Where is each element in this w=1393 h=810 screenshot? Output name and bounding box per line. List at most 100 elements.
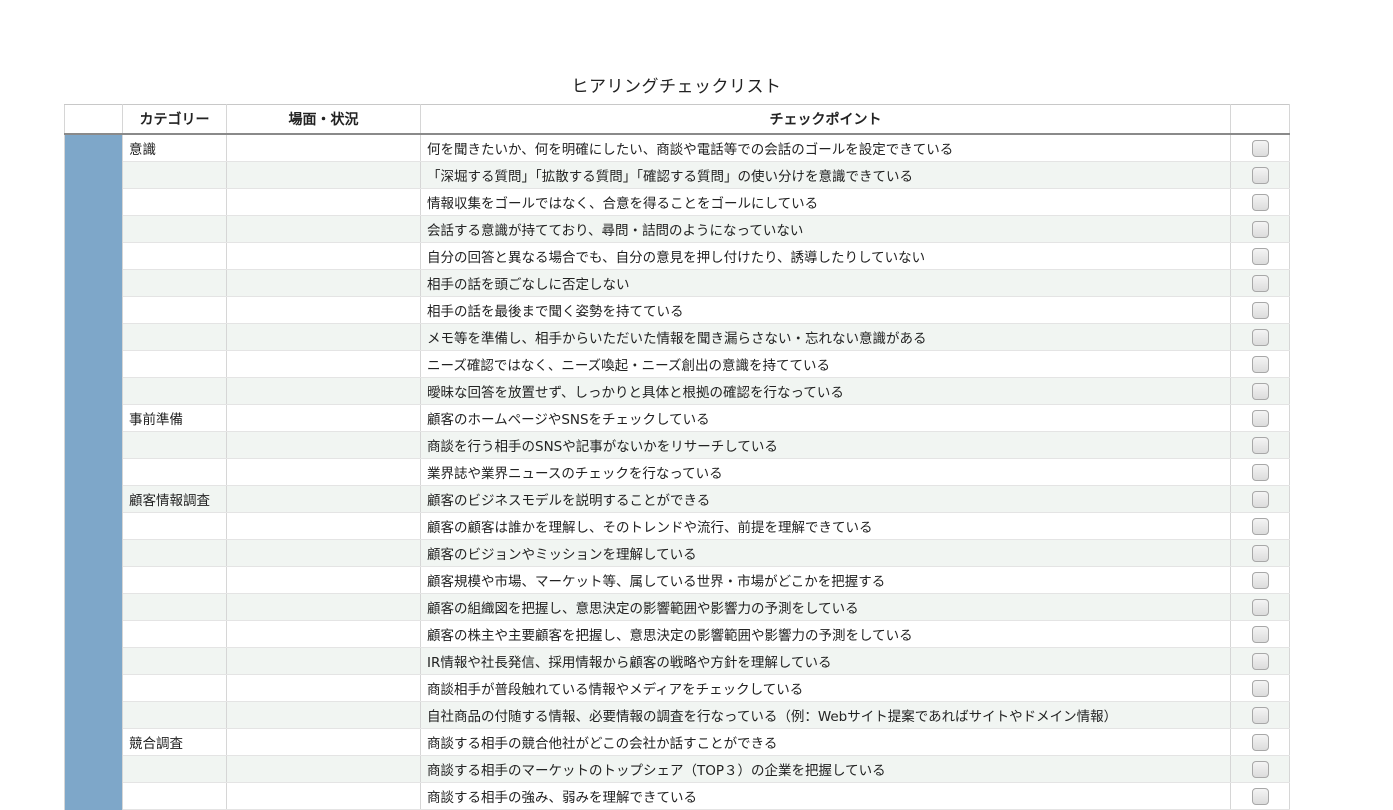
row-checkbox[interactable] (1251, 544, 1269, 562)
cell-checkpoint[interactable]: 顧客の顧客は誰かを理解し、そのトレンドや流行、前提を理解できている (420, 512, 1231, 540)
row-checkbox[interactable] (1251, 409, 1269, 427)
cell-scene[interactable] (226, 350, 421, 378)
cell-checkpoint[interactable]: 情報収集をゴールではなく、合意を得ることをゴールにしている (420, 188, 1231, 216)
cell-checkpoint[interactable]: ニーズ確認ではなく、ニーズ喚起・ニーズ創出の意識を持てている (420, 350, 1231, 378)
cell-scene[interactable] (226, 539, 421, 567)
cell-scene[interactable] (226, 674, 421, 702)
row-checkbox[interactable] (1251, 436, 1269, 454)
cell-category[interactable]: 顧客情報調査 (122, 485, 227, 513)
cell-category[interactable] (122, 377, 227, 405)
cell-checkpoint[interactable]: 顧客規模や市場、マーケット等、属している世界・市場がどこかを把握する (420, 566, 1231, 594)
cell-checkpoint[interactable]: 商談を行う相手のSNSや記事がないかをリサーチしている (420, 431, 1231, 459)
row-checkbox[interactable] (1251, 679, 1269, 697)
cell-checkpoint[interactable]: 商談相手が普段触れている情報やメディアをチェックしている (420, 674, 1231, 702)
cell-category[interactable] (122, 593, 227, 621)
cell-checkpoint[interactable]: 顧客のビジネスモデルを説明することができる (420, 485, 1231, 513)
cell-checkpoint[interactable]: 自社商品の付随する情報、必要情報の調査を行なっている（例：Webサイト提案であれ… (420, 701, 1231, 729)
cell-category[interactable] (122, 674, 227, 702)
cell-category[interactable] (122, 161, 227, 189)
cell-scene[interactable] (226, 620, 421, 648)
cell-checkpoint[interactable]: 顧客の株主や主要顧客を把握し、意思決定の影響範囲や影響力の予測をしている (420, 620, 1231, 648)
cell-scene[interactable] (226, 377, 421, 405)
cell-checkpoint[interactable]: 「深堀する質問」「拡散する質問」「確認する質問」の使い分けを意識できている (420, 161, 1231, 189)
row-checkbox[interactable] (1251, 382, 1269, 400)
cell-checkpoint[interactable]: IR情報や社長発信、採用情報から顧客の戦略や方針を理解している (420, 647, 1231, 675)
row-checkbox[interactable] (1251, 355, 1269, 373)
cell-category[interactable]: 事前準備 (122, 404, 227, 432)
cell-category[interactable] (122, 350, 227, 378)
cell-checkpoint[interactable]: 顧客のホームページやSNSをチェックしている (420, 404, 1231, 432)
cell-scene[interactable] (226, 269, 421, 297)
cell-checkpoint[interactable]: 商談する相手の競合他社がどこの会社か話すことができる (420, 728, 1231, 756)
row-checkbox[interactable] (1251, 247, 1269, 265)
cell-category[interactable] (122, 647, 227, 675)
cell-checkpoint[interactable]: 会話する意識が持てており、尋問・詰問のようになっていない (420, 215, 1231, 243)
cell-scene[interactable] (226, 215, 421, 243)
cell-category[interactable] (122, 188, 227, 216)
cell-scene[interactable] (226, 458, 421, 486)
cell-checkpoint[interactable]: 自分の回答と異なる場合でも、自分の意見を押し付けたり、誘導したりしていない (420, 242, 1231, 270)
cell-category[interactable] (122, 620, 227, 648)
cell-scene[interactable] (226, 134, 421, 162)
cell-checkpoint[interactable]: 顧客のビジョンやミッションを理解している (420, 539, 1231, 567)
cell-category[interactable]: 競合調査 (122, 728, 227, 756)
row-checkbox[interactable] (1251, 274, 1269, 292)
cell-checkpoint[interactable]: 相手の話を頭ごなしに否定しない (420, 269, 1231, 297)
row-checkbox[interactable] (1251, 220, 1269, 238)
row-checkbox[interactable] (1251, 787, 1269, 805)
cell-scene[interactable] (226, 188, 421, 216)
cell-scene[interactable] (226, 647, 421, 675)
cell-category[interactable] (122, 215, 227, 243)
cell-scene[interactable] (226, 161, 421, 189)
cell-category[interactable] (122, 782, 227, 810)
cell-category[interactable] (122, 296, 227, 324)
cell-scene[interactable] (226, 782, 421, 810)
cell-category[interactable] (122, 323, 227, 351)
cell-category[interactable] (122, 431, 227, 459)
cell-category[interactable] (122, 269, 227, 297)
cell-checkpoint[interactable]: 商談する相手の強み、弱みを理解できている (420, 782, 1231, 810)
cell-scene[interactable] (226, 701, 421, 729)
cell-scene[interactable] (226, 593, 421, 621)
cell-checkpoint[interactable]: 顧客の組織図を把握し、意思決定の影響範囲や影響力の予測をしている (420, 593, 1231, 621)
cell-scene[interactable] (226, 242, 421, 270)
cell-scene[interactable] (226, 323, 421, 351)
row-checkbox[interactable] (1251, 328, 1269, 346)
cell-scene[interactable] (226, 512, 421, 540)
row-checkbox[interactable] (1251, 760, 1269, 778)
row-checkbox[interactable] (1251, 598, 1269, 616)
cell-category[interactable] (122, 242, 227, 270)
cell-category[interactable] (122, 512, 227, 540)
cell-checkpoint[interactable]: 曖昧な回答を放置せず、しっかりと具体と根拠の確認を行なっている (420, 377, 1231, 405)
cell-category[interactable] (122, 566, 227, 594)
cell-checkpoint[interactable]: メモ等を準備し、相手からいただいた情報を聞き漏らさない・忘れない意識がある (420, 323, 1231, 351)
cell-scene[interactable] (226, 485, 421, 513)
cell-category[interactable] (122, 539, 227, 567)
row-checkbox[interactable] (1251, 166, 1269, 184)
cell-checkpoint[interactable]: 業界誌や業界ニュースのチェックを行なっている (420, 458, 1231, 486)
cell-checkpoint[interactable]: 相手の話を最後まで聞く姿勢を持てている (420, 296, 1231, 324)
cell-scene[interactable] (226, 404, 421, 432)
row-checkbox[interactable] (1251, 571, 1269, 589)
row-checkbox[interactable] (1251, 463, 1269, 481)
row-checkbox[interactable] (1251, 193, 1269, 211)
cell-scene[interactable] (226, 431, 421, 459)
row-checkbox[interactable] (1251, 490, 1269, 508)
cell-scene[interactable] (226, 296, 421, 324)
row-checkbox[interactable] (1251, 652, 1269, 670)
cell-checkpoint[interactable]: 何を聞きたいか、何を明確にしたい、商談や電話等での会話のゴールを設定できている (420, 134, 1231, 162)
row-checkbox[interactable] (1251, 139, 1269, 157)
cell-checkpoint[interactable]: 商談する相手のマーケットのトップシェア（TOP３）の企業を把握している (420, 755, 1231, 783)
row-checkbox[interactable] (1251, 706, 1269, 724)
cell-scene[interactable] (226, 728, 421, 756)
cell-category[interactable]: 意識 (122, 134, 227, 162)
cell-category[interactable] (122, 701, 227, 729)
row-checkbox[interactable] (1251, 301, 1269, 319)
row-checkbox[interactable] (1251, 517, 1269, 535)
row-checkbox[interactable] (1251, 733, 1269, 751)
cell-category[interactable] (122, 755, 227, 783)
cell-scene[interactable] (226, 755, 421, 783)
cell-category[interactable] (122, 458, 227, 486)
row-checkbox[interactable] (1251, 625, 1269, 643)
cell-scene[interactable] (226, 566, 421, 594)
